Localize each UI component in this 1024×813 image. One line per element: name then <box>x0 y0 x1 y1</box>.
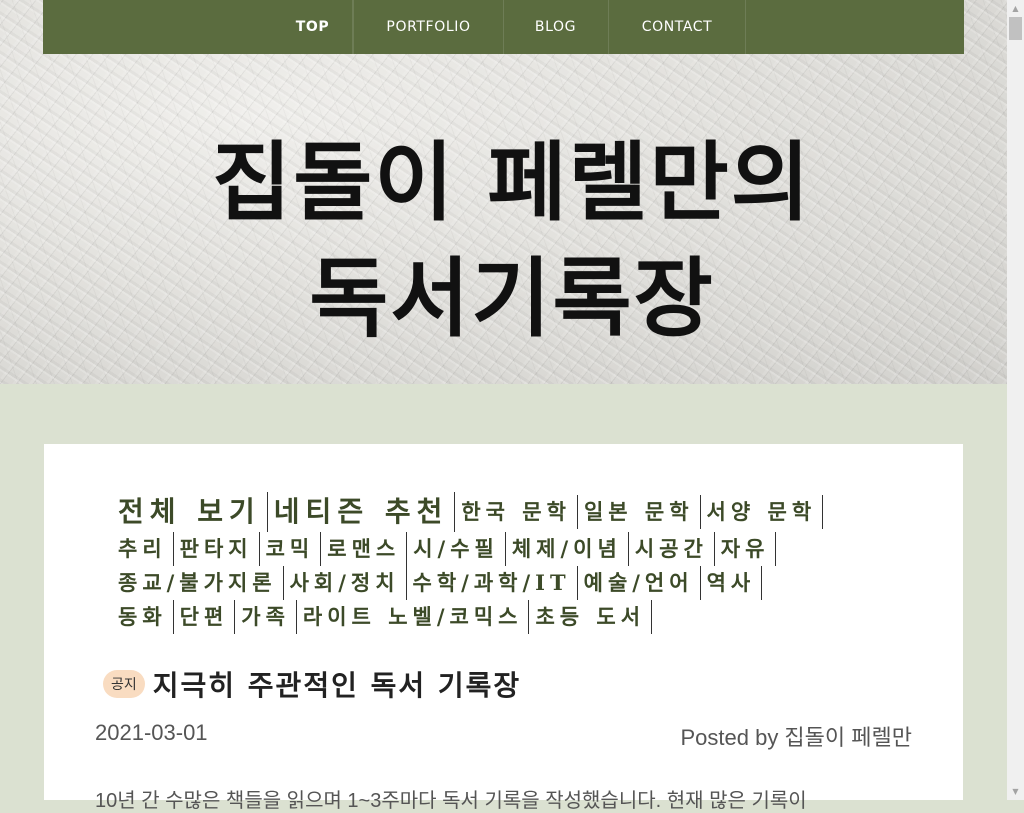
hero-banner: 집돌이 페렐만의 독서기록장 <box>0 0 1007 384</box>
scroll-down-icon[interactable]: ▼ <box>1007 783 1024 800</box>
category-list: 전체 보기 네티즌 추천 한국 문학 일본 문학 서양 문학 추리 판타지 코믹… <box>118 492 908 634</box>
category-poetry-essay[interactable]: 시/수필 <box>413 532 506 566</box>
category-row: 종교/불가지론 사회/정치 수학/과학/IT 예술/언어 역사 <box>118 566 908 600</box>
category-short-story[interactable]: 단편 <box>180 600 236 634</box>
category-row: 추리 판타지 코믹 로맨스 시/수필 체제/이념 시공간 자유 <box>118 532 908 566</box>
category-comic[interactable]: 코믹 <box>266 532 322 566</box>
category-all[interactable]: 전체 보기 <box>118 492 268 532</box>
nav-contact[interactable]: CONTACT <box>609 0 746 54</box>
category-netizen-pick[interactable]: 네티즌 추천 <box>274 492 456 532</box>
notice-post-header: 공지 지극히 주관적인 독서 기록장 <box>103 664 521 704</box>
scroll-thumb[interactable] <box>1009 17 1022 40</box>
category-society-politics[interactable]: 사회/정치 <box>290 566 407 600</box>
site-title: 집돌이 페렐만의 독서기록장 <box>0 125 1024 357</box>
post-excerpt: 10년 간 수많은 책들을 읽으며 1~3주마다 독서 기록을 작성했습니다. … <box>95 790 807 812</box>
category-fantasy[interactable]: 판타지 <box>180 532 260 566</box>
category-spacetime[interactable]: 시공간 <box>635 532 715 566</box>
category-light-novel[interactable]: 라이트 노벨/코믹스 <box>303 600 530 634</box>
category-history[interactable]: 역사 <box>707 566 763 600</box>
nav-blog[interactable]: BLOG <box>503 0 609 54</box>
category-elementary[interactable]: 초등 도서 <box>535 600 653 634</box>
category-western-lit[interactable]: 서양 문학 <box>707 495 824 529</box>
post-date: 2021-03-01 <box>95 720 208 745</box>
site-title-line1: 집돌이 페렐만의 <box>212 132 812 233</box>
vertical-scrollbar[interactable]: ▲ ▼ <box>1007 0 1024 800</box>
category-japanese-lit[interactable]: 일본 문학 <box>584 495 701 529</box>
category-family[interactable]: 가족 <box>241 600 297 634</box>
category-row: 전체 보기 네티즌 추천 한국 문학 일본 문학 서양 문학 <box>118 492 908 532</box>
post-author: Posted by 집돌이 페렐만 <box>680 725 912 750</box>
site-title-line2: 독서기록장 <box>309 248 715 349</box>
nav-top[interactable]: TOP <box>273 0 353 54</box>
category-romance[interactable]: 로맨스 <box>327 532 408 566</box>
category-math-science-it[interactable]: 수학/과학/IT <box>413 566 578 600</box>
category-mystery[interactable]: 추리 <box>118 532 174 566</box>
top-navigation: TOP PORTFOLIO BLOG CONTACT <box>43 0 964 54</box>
category-free[interactable]: 자유 <box>721 532 777 566</box>
category-art-language[interactable]: 예술/언어 <box>584 566 701 600</box>
notice-badge: 공지 <box>103 670 145 698</box>
scroll-up-icon[interactable]: ▲ <box>1007 0 1024 17</box>
content-panel: 전체 보기 네티즌 추천 한국 문학 일본 문학 서양 문학 추리 판타지 코믹… <box>44 444 963 812</box>
nav-portfolio[interactable]: PORTFOLIO <box>353 0 504 54</box>
post-title[interactable]: 지극히 주관적인 독서 기록장 <box>153 664 521 704</box>
category-row: 동화 단편 가족 라이트 노벨/코믹스 초등 도서 <box>118 600 908 634</box>
category-korean-lit[interactable]: 한국 문학 <box>461 495 578 529</box>
category-religion[interactable]: 종교/불가지론 <box>118 566 284 600</box>
category-fairy-tale[interactable]: 동화 <box>118 600 174 634</box>
category-ideology[interactable]: 체제/이념 <box>512 532 629 566</box>
